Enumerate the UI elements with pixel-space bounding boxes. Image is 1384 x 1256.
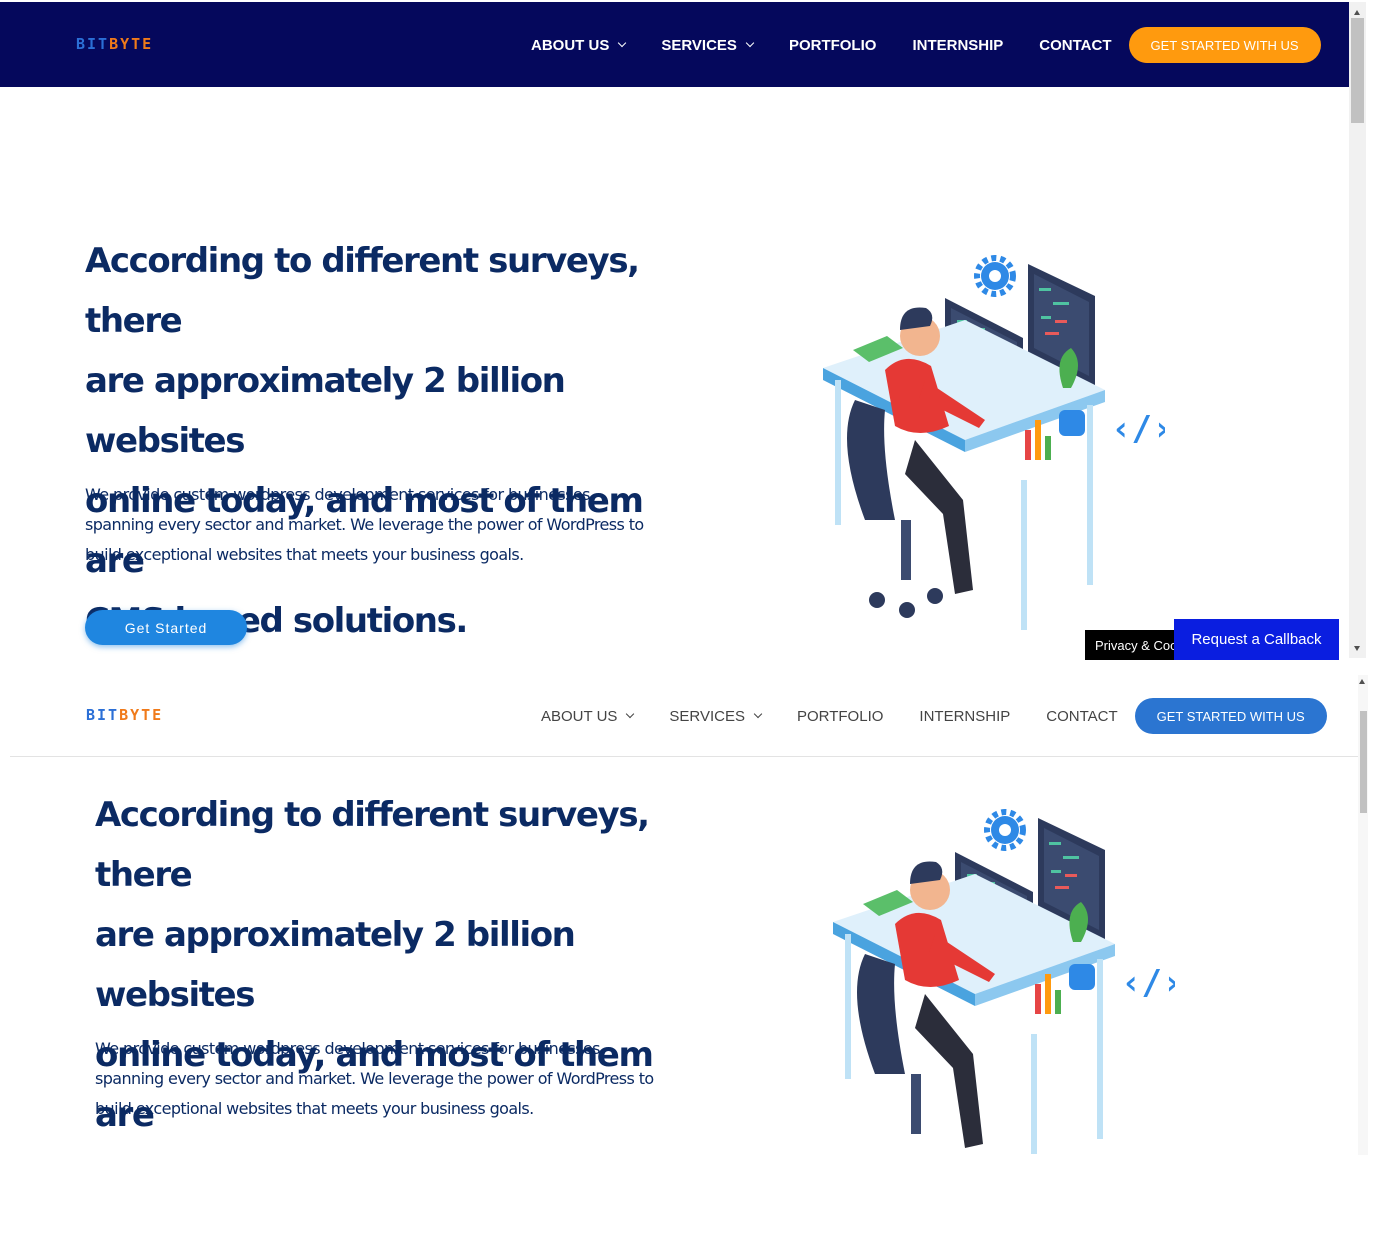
logo[interactable]: BITBYTE: [76, 35, 153, 53]
screenshot-frame-1: BITBYTE ABOUT US SERVICES PORTFOLIO INTE…: [0, 0, 1384, 660]
nav-portfolio-label: PORTFOLIO: [788, 36, 877, 54]
nav-contact-label: CONTACT: [1039, 36, 1112, 54]
hero-text-line: We provide custom wordpress development …: [85, 485, 590, 504]
header-dark: BITBYTE ABOUT US SERVICES PORTFOLIO INTE…: [0, 2, 1349, 87]
nav-internship[interactable]: INTERNSHIP: [912, 37, 1003, 54]
hero-text-line: build exceptional websites that meets yo…: [85, 545, 524, 564]
hero-title-line: are approximately 2 billion websites: [85, 361, 566, 461]
hero-text-line: build exceptional websites that meets yo…: [95, 1099, 534, 1118]
scroll-thumb[interactable]: [1351, 18, 1364, 123]
nav-internship[interactable]: INTERNSHIP: [919, 708, 1010, 725]
hero-text-line: spanning every sector and market. We lev…: [85, 515, 644, 534]
scrollbar[interactable]: [1349, 2, 1366, 658]
logo-text-bit: BIT: [86, 706, 120, 724]
code-icon: ‹/›: [1121, 963, 1175, 1003]
hero-text-line: spanning every sector and market. We lev…: [95, 1069, 654, 1088]
hero-title: According to different surveys, there ar…: [85, 231, 685, 651]
nav-about-us-label: ABOUT US: [541, 707, 618, 725]
code-icon: ‹/›: [1111, 409, 1165, 449]
chevron-down-icon: [753, 709, 763, 719]
developer-illustration: ‹/›: [823, 255, 1165, 630]
nav-services-label: SERVICES: [669, 707, 745, 725]
nav-contact[interactable]: CONTACT: [1039, 37, 1111, 54]
nav-contact[interactable]: CONTACT: [1046, 708, 1117, 725]
hero-title-line: According to different surveys, there: [85, 241, 640, 341]
hero-title-line: According to different surveys, there: [95, 795, 650, 895]
svg-text:‹/›: ‹/›: [1111, 409, 1165, 449]
get-started-with-us-button[interactable]: GET STARTED WITH US: [1134, 698, 1327, 734]
nav-about-us[interactable]: ABOUT US: [531, 36, 627, 54]
logo-text-byte: BYTE: [109, 35, 154, 53]
scroll-up-icon[interactable]: [1359, 679, 1365, 684]
logo[interactable]: BITBYTE: [86, 706, 163, 724]
nav-about-us-label: ABOUT US: [531, 36, 610, 54]
scroll-thumb[interactable]: [1360, 711, 1367, 813]
main-nav: ABOUT US SERVICES PORTFOLIO INTERNSHIP C…: [531, 26, 1321, 64]
get-started-button[interactable]: Get Started: [85, 610, 247, 645]
hero-title-line: are approximately 2 billion websites: [95, 915, 576, 1015]
nav-services-label: SERVICES: [661, 36, 737, 54]
scroll-up-icon[interactable]: [1354, 10, 1360, 15]
hero-description: We provide custom wordpress development …: [95, 1034, 675, 1124]
nav-portfolio[interactable]: PORTFOLIO: [789, 37, 877, 54]
logo-text-byte: BYTE: [119, 706, 164, 724]
header-light: BITBYTE ABOUT US SERVICES PORTFOLIO INTE…: [10, 675, 1358, 757]
logo-text-bit: BIT: [76, 35, 110, 53]
nav-contact-label: CONTACT: [1046, 707, 1118, 725]
privacy-cookie-widget[interactable]: Privacy & Coo: [1085, 630, 1185, 660]
nav-portfolio[interactable]: PORTFOLIO: [797, 708, 883, 725]
scrollbar[interactable]: [1358, 675, 1368, 1155]
svg-text:‹/›: ‹/›: [1121, 963, 1175, 1003]
hero-description: We provide custom wordpress development …: [85, 480, 665, 570]
get-started-with-us-button[interactable]: GET STARTED WITH US: [1128, 27, 1321, 63]
gear-icon: [984, 809, 1026, 851]
main-nav: ABOUT US SERVICES PORTFOLIO INTERNSHIP C…: [541, 697, 1327, 735]
chevron-down-icon: [745, 38, 755, 48]
scroll-down-icon[interactable]: [1354, 646, 1360, 651]
chevron-down-icon: [626, 709, 635, 719]
nav-about-us[interactable]: ABOUT US: [541, 707, 635, 725]
request-callback-button[interactable]: Request a Callback: [1174, 619, 1339, 660]
chevron-down-icon: [618, 38, 627, 48]
screenshot-frame-2: BITBYTE ABOUT US SERVICES PORTFOLIO INTE…: [0, 675, 1384, 1155]
nav-portfolio-label: PORTFOLIO: [797, 707, 884, 725]
gear-icon: [974, 255, 1016, 297]
developer-illustration: ‹/›: [833, 809, 1175, 1154]
hero-text-line: We provide custom wordpress development …: [95, 1039, 600, 1058]
hero-title-line: CMS based solutions.: [95, 1145, 695, 1155]
nav-services[interactable]: SERVICES: [669, 707, 763, 725]
nav-internship-label: INTERNSHIP: [919, 707, 1011, 725]
nav-internship-label: INTERNSHIP: [912, 36, 1004, 54]
nav-services[interactable]: SERVICES: [661, 36, 755, 54]
